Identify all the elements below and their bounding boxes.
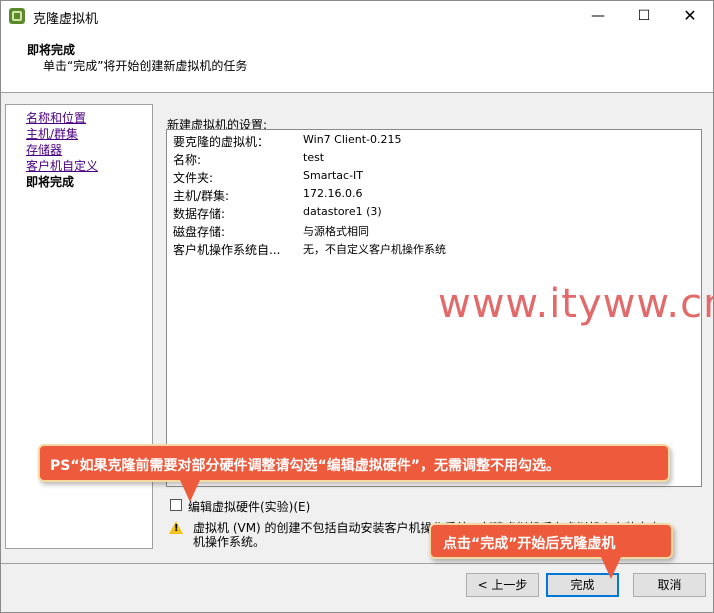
nav-item-name-location[interactable]: 名称和位置 (26, 109, 86, 126)
step-title: 即将完成 (27, 43, 76, 57)
back-button[interactable]: < 上一步 (466, 573, 539, 597)
settings-key: 文件夹: (173, 171, 214, 185)
settings-value: datastore1 (3) (303, 205, 382, 218)
wizard-header: 即将完成 单击“完成”将开始创建新虚拟机的任务 (1, 31, 713, 93)
settings-value: 与源格式相同 (303, 225, 369, 238)
nav-item-storage[interactable]: 存储器 (26, 141, 62, 158)
settings-value: Win7 Client-0.215 (303, 133, 402, 146)
nav-item-guest-customization[interactable]: 客户机自定义 (26, 157, 98, 174)
settings-value: 无，不自定义客户机操作系统 (303, 243, 446, 256)
settings-row: 要克隆的虚拟机： Win7 Client-0.215 (173, 133, 693, 151)
close-button[interactable]: ✕ (667, 1, 713, 31)
clone-vm-window: 克隆虚拟机 — ☐ ✕ 即将完成 单击“完成”将开始创建新虚拟机的任务 名称和位… (0, 0, 714, 613)
settings-row: 数据存储: datastore1 (3) (173, 205, 693, 223)
settings-row: 客户机操作系统自... 无，不自定义客户机操作系统 (173, 241, 693, 259)
minimize-button[interactable]: — (575, 1, 621, 31)
window-title: 克隆虚拟机 (33, 12, 99, 27)
wizard-nav: 名称和位置 主机/群集 存储器 客户机自定义 即将完成 (5, 104, 153, 549)
settings-key: 名称: (173, 153, 202, 167)
annotation-callout-edit-hardware: PS“如果克隆前需要对部分硬件调整请勾选“编辑虚拟硬件”，无需调整不用勾选。 (38, 444, 670, 502)
settings-row: 磁盘存储: 与源格式相同 (173, 223, 693, 241)
settings-value: Smartac-IT (303, 169, 363, 182)
settings-value: test (303, 151, 325, 164)
settings-value: 172.16.0.6 (303, 187, 363, 200)
settings-key: 数据存储: (173, 207, 226, 221)
settings-row: 主机/群集: 172.16.0.6 (173, 187, 693, 205)
settings-key: 要克隆的虚拟机： (173, 135, 270, 149)
maximize-button[interactable]: ☐ (621, 1, 667, 31)
vsphere-app-icon (9, 8, 25, 24)
nav-item-host-cluster[interactable]: 主机/群集 (26, 125, 78, 142)
settings-row: 文件夹: Smartac-IT (173, 169, 693, 187)
step-subtitle: 单击“完成”将开始创建新虚拟机的任务 (43, 59, 248, 73)
settings-key: 客户机操作系统自... (173, 243, 281, 257)
settings-key: 磁盘存储: (173, 225, 226, 239)
title-bar: 克隆虚拟机 — ☐ ✕ (1, 1, 713, 31)
annotation-callout-finish: 点击“完成”开始后克隆虚机 (429, 523, 673, 579)
edit-virtual-hardware-label[interactable]: 编辑虚拟硬件(实验)(E) (188, 498, 310, 515)
nav-item-ready-to-complete: 即将完成 (26, 175, 75, 189)
site-watermark: www.ityww.cn (438, 281, 714, 327)
warning-icon-mark: ! (174, 523, 179, 534)
settings-row: 名称: test (173, 151, 693, 169)
settings-key: 主机/群集: (173, 189, 230, 203)
cancel-button[interactable]: 取消 (633, 573, 706, 597)
